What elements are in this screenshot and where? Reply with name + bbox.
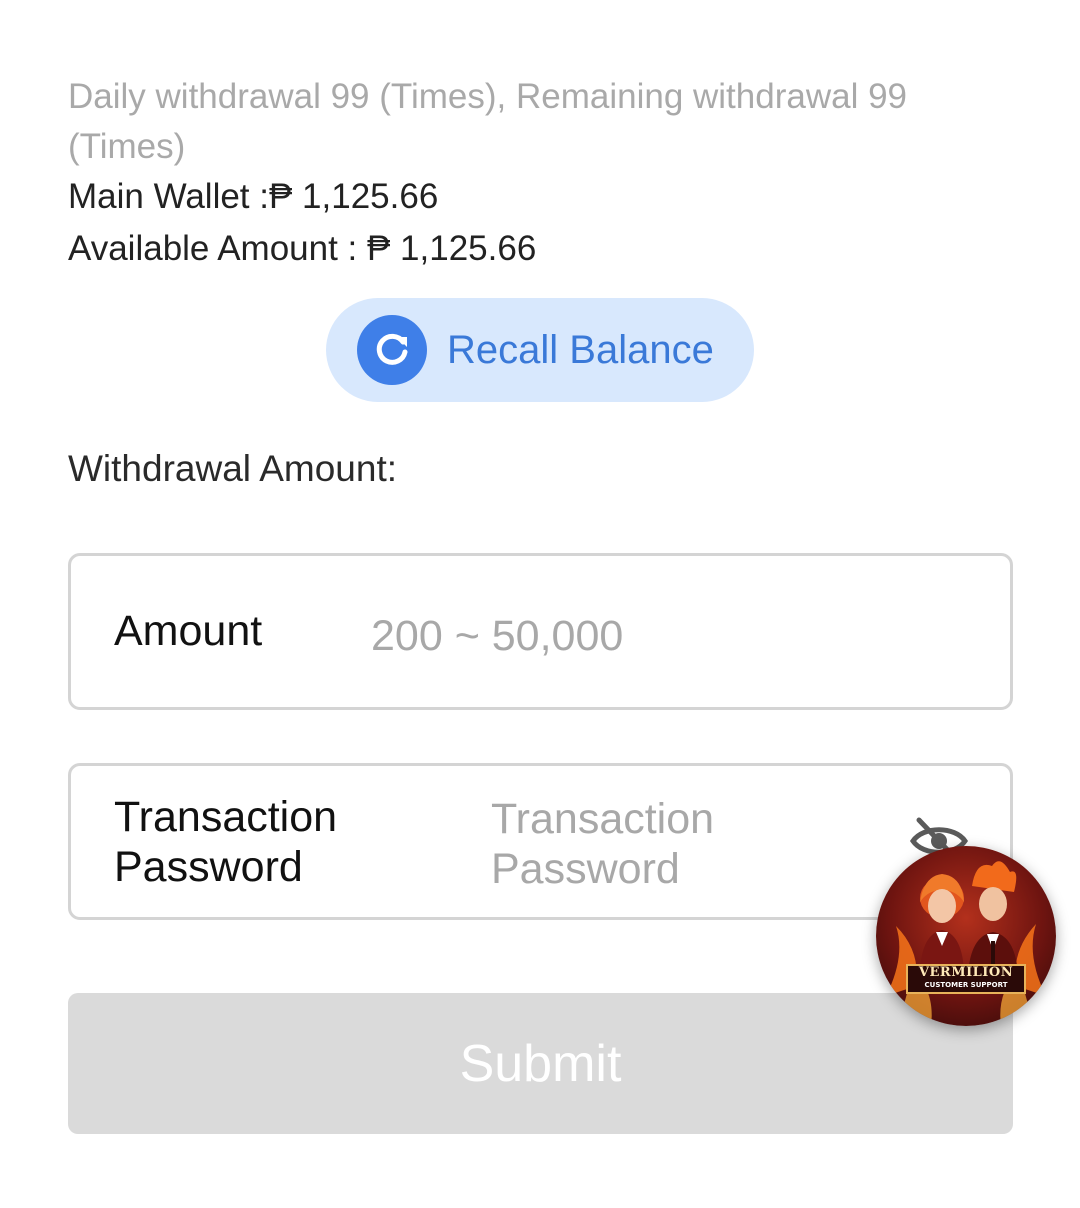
transaction-password-input[interactable]: Transaction Password xyxy=(491,794,771,894)
transaction-password-label: Transaction Password xyxy=(114,793,338,891)
withdrawal-amount-heading: Withdrawal Amount: xyxy=(68,448,398,489)
transaction-password-field: Transaction Password Transaction Passwor… xyxy=(68,763,1013,920)
amount-field: Amount xyxy=(68,553,1013,710)
main-wallet-balance: Main Wallet :₱ 1,125.66 xyxy=(68,177,439,216)
withdrawal-page: Daily withdrawal 99 (Times), Remaining w… xyxy=(0,0,1080,1208)
support-brand-name: VERMILION xyxy=(918,965,1014,980)
submit-button[interactable]: Submit xyxy=(68,993,1013,1134)
customer-support-button[interactable]: VERMILION CUSTOMER SUPPORT xyxy=(876,846,1056,1026)
support-avatar-illustration xyxy=(886,861,1046,1026)
recall-balance-label: Recall Balance xyxy=(447,327,714,372)
amount-input[interactable] xyxy=(371,608,931,664)
support-brand-badge: VERMILION CUSTOMER SUPPORT xyxy=(906,964,1026,994)
refresh-icon xyxy=(357,315,427,385)
withdrawal-limits-text: Daily withdrawal 99 (Times), Remaining w… xyxy=(68,77,908,166)
amount-label: Amount xyxy=(114,607,263,655)
submit-label: Submit xyxy=(459,1034,622,1093)
available-amount: Available Amount : ₱ 1,125.66 xyxy=(68,229,537,268)
recall-balance-button[interactable]: Recall Balance xyxy=(326,298,754,402)
support-brand-subtitle: CUSTOMER SUPPORT xyxy=(924,981,1008,989)
